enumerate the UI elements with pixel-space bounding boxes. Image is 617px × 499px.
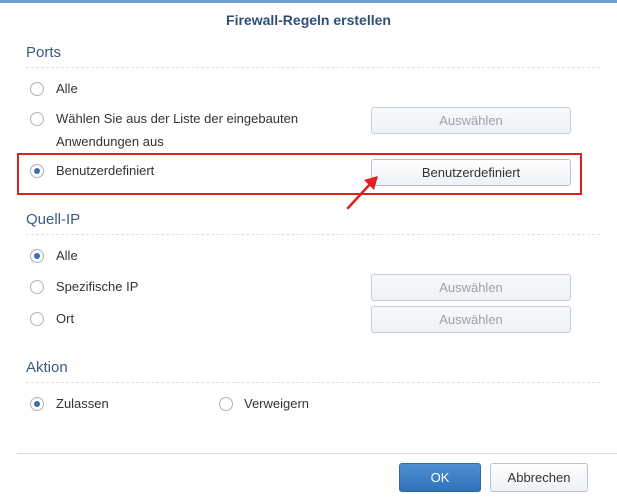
ports-custom-label: Benutzerdefiniert (56, 163, 155, 178)
source-ip-location-radio[interactable] (30, 312, 44, 326)
source-ip-location-label: Ort (56, 311, 75, 326)
action-allow-label: Zulassen (56, 396, 109, 411)
red-arrow-annotation-icon (346, 176, 378, 210)
ports-builtin-apps-label-line1: Wählen Sie aus der Liste der eingebauten (56, 111, 299, 126)
window-top-bar (0, 0, 617, 3)
action-heading: Aktion (26, 359, 68, 376)
ports-heading: Ports (26, 44, 62, 61)
ports-builtin-apps-label-line2: Anwendungen aus (56, 134, 164, 149)
source-ip-specific-label: Spezifische IP (56, 279, 139, 294)
source-ip-all-label: Alle (56, 248, 78, 263)
ok-button[interactable]: OK (399, 463, 481, 492)
action-deny-radio[interactable] (219, 397, 233, 411)
source-ip-divider (26, 234, 600, 235)
source-ip-all-radio[interactable] (30, 249, 44, 263)
footer-divider (17, 453, 617, 454)
source-ip-heading: Quell-IP (26, 211, 81, 228)
action-deny-label: Verweigern (244, 396, 310, 411)
action-divider (26, 382, 600, 383)
ports-divider (26, 67, 600, 68)
dialog-title: Firewall-Regeln erstellen (226, 12, 391, 28)
action-allow-radio[interactable] (30, 397, 44, 411)
ports-builtin-apps-select-button[interactable]: Auswählen (371, 107, 571, 134)
source-ip-specific-radio[interactable] (30, 280, 44, 294)
ports-custom-button[interactable]: Benutzerdefiniert (371, 159, 571, 186)
source-ip-location-select-button[interactable]: Auswählen (371, 306, 571, 333)
ports-custom-radio[interactable] (30, 164, 44, 178)
ports-all-radio[interactable] (30, 82, 44, 96)
ports-builtin-apps-radio[interactable] (30, 112, 44, 126)
cancel-button[interactable]: Abbrechen (490, 463, 588, 492)
ports-all-label: Alle (56, 81, 78, 96)
source-ip-specific-select-button[interactable]: Auswählen (371, 274, 571, 301)
